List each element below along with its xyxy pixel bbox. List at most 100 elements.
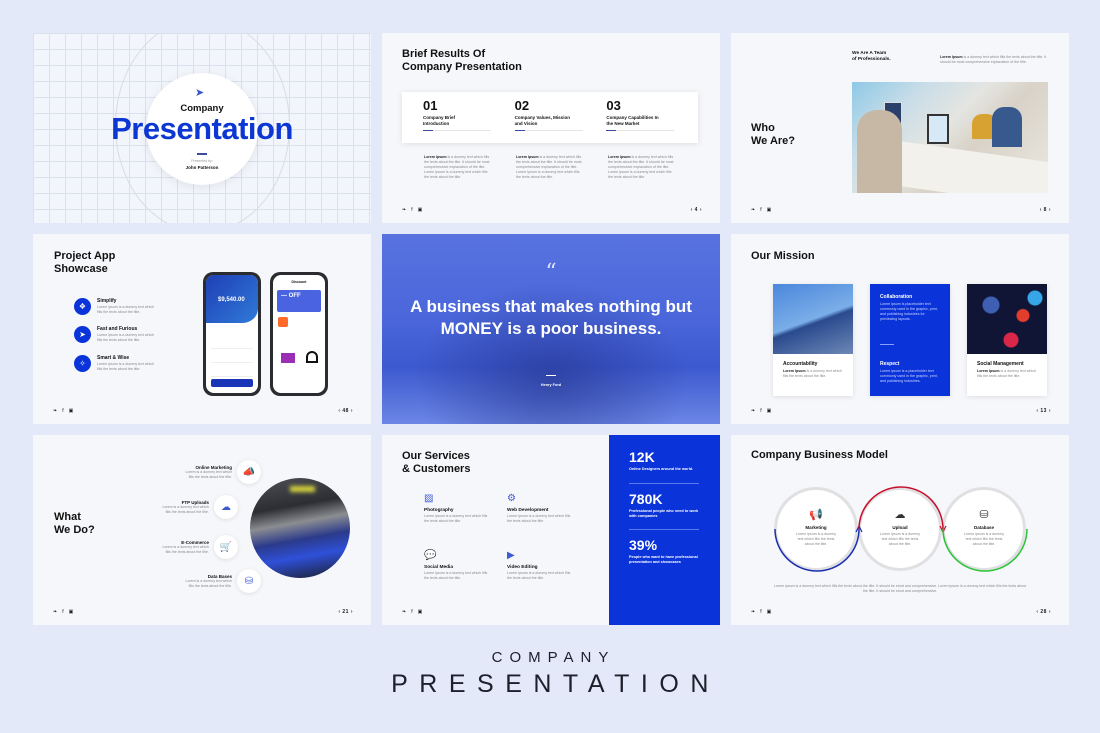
instagram-icon[interactable]: ▣ — [69, 609, 74, 615]
twitter-icon[interactable]: ❧ — [751, 207, 755, 213]
twitter-icon[interactable]: ❧ — [53, 609, 57, 615]
feature-item: ✧ Smart & Wise Lorem ipsum is a dummy tex… — [74, 355, 159, 372]
transaction-row — [211, 365, 253, 377]
slide-brief-results[interactable]: Brief Results Of Company Presentation 01 … — [382, 33, 720, 223]
network-cables-photo — [250, 478, 350, 578]
social-links: ❧ f ▣ — [751, 609, 771, 615]
divider — [629, 482, 699, 484]
feature-desc: Lorem ipsum is a dummy text which fills … — [97, 305, 155, 314]
page-number[interactable]: ‹ 4 › — [691, 207, 702, 213]
photo-person — [992, 107, 1022, 147]
instagram-icon[interactable]: ▣ — [418, 609, 423, 615]
page-number[interactable]: ‹ 48 › — [338, 408, 353, 414]
social-links: ❧ f ▣ — [402, 207, 422, 213]
result-number: 01 — [423, 98, 438, 113]
cover-title: Presentation — [111, 111, 293, 146]
quote-icon: “ — [545, 260, 557, 285]
result-item: 02 Company Values, Mission and Vision — [514, 98, 607, 143]
team-heading: We Are A Team of Professionals. — [852, 51, 891, 62]
image-icon: ▨ — [424, 493, 434, 504]
video-icon: ▶ — [507, 550, 515, 561]
twitter-icon[interactable]: ❧ — [402, 609, 406, 615]
feature-item: ❖ Simplify Lorem ipsum is a dummy text wh… — [74, 298, 159, 315]
service-title: Web Development — [507, 508, 549, 513]
stat-item: 39% People who want to have professional… — [629, 538, 700, 565]
slide-business-model[interactable]: Company Business Model 📢 Marketing Lorem… — [731, 435, 1069, 625]
social-links: ❧ f ▣ — [402, 609, 422, 615]
wallet-amount: $9,540.00 — [218, 297, 245, 303]
mission-card-highlight: Collaboration Lorem ipsum is placeholder … — [870, 284, 950, 396]
slide-app-showcase[interactable]: Project App Showcase ❖ Simplify Lorem ipsu… — [33, 234, 371, 424]
twitter-icon[interactable]: ❧ — [402, 207, 406, 213]
service-item: ⚙ Web Development Lorem ipsum is a dummy… — [507, 493, 572, 524]
service-desc: Lorem is a dummy text which fills the te… — [185, 469, 232, 479]
service-desc: Lorem ipsum is a dummy text which fills … — [424, 514, 488, 523]
instagram-icon[interactable]: ▣ — [69, 408, 74, 414]
monitor-icon — [281, 353, 295, 363]
stat-desc: People who want to have professional pre… — [629, 555, 698, 565]
instagram-icon[interactable]: ▣ — [418, 207, 423, 213]
result-label: Company Values, Mission and Vision — [514, 115, 570, 126]
model-footer-text: Lorem ipsum is a dummy text which fills … — [773, 584, 1027, 593]
twitter-icon[interactable]: ❧ — [53, 408, 57, 414]
brand-line-company: COMPANY — [491, 649, 616, 666]
facebook-icon[interactable]: f — [760, 408, 761, 414]
slide-title: Brief Results Of Company Presentation — [402, 48, 522, 73]
slide-cover[interactable]: ➤ Company Presentation Presented by: Joh… — [33, 33, 371, 223]
card-desc: Lorem Ipsum is a dummy text which fills … — [783, 369, 842, 378]
facebook-icon[interactable]: f — [62, 408, 63, 414]
service-item: ▨ Photography Lorem ipsum is a dummy tex… — [424, 493, 489, 524]
service-desc: Lorem is a dummy text which fills the te… — [185, 578, 232, 588]
transaction-row — [211, 351, 253, 363]
slide-mission[interactable]: Our Mission Accountability Lorem Ipsum is… — [731, 234, 1069, 424]
result-descriptions: Lorem Ipsum is a dummy text which fills … — [424, 155, 676, 180]
result-number: 02 — [514, 98, 530, 113]
slide-services-customers[interactable]: Our Services & Customers ▨ Photography Lo… — [382, 435, 720, 625]
brand-line-presentation: PRESENTATION — [391, 670, 720, 698]
result-item: 03 Company Capabilities In the New Market — [606, 98, 698, 143]
transaction-row — [211, 337, 253, 349]
facebook-icon[interactable]: f — [411, 207, 412, 213]
shopping-cart-icon: 🛒 — [214, 535, 238, 559]
feature-desc: Lorem ipsum is a dummy text which fills … — [97, 362, 155, 371]
facebook-icon[interactable]: f — [411, 609, 412, 615]
slide-what-we-do[interactable]: What We Do? Online Marketing Lorem is a du… — [33, 435, 371, 625]
stat-value: 780K — [629, 490, 663, 507]
facebook-icon[interactable]: f — [760, 207, 761, 213]
red-arc — [858, 486, 944, 530]
page-number[interactable]: ‹ 8 › — [1040, 207, 1051, 213]
building-photo — [773, 284, 853, 354]
twitter-icon[interactable]: ❧ — [751, 609, 755, 615]
mission-card: Social Management Lorem Ipsum is a dummy … — [967, 284, 1047, 396]
photo-desk — [892, 140, 1048, 193]
slide-quote[interactable]: “ A business that makes nothing but MONE… — [382, 234, 720, 424]
social-links: ❧ f ▣ — [751, 207, 771, 213]
page-number[interactable]: ‹ 21 › — [338, 609, 353, 615]
title-line: Brief Results Of — [402, 48, 486, 60]
facebook-icon[interactable]: f — [760, 609, 761, 615]
card-title: Respect — [880, 361, 900, 367]
social-links: ❧ f ▣ — [53, 408, 73, 414]
feature-title: Fast and Furious — [97, 326, 138, 332]
instagram-icon[interactable]: ▣ — [767, 609, 772, 615]
magic-wand-icon: ✧ — [74, 355, 91, 372]
discount-banner: — OFF — [277, 290, 321, 312]
page-number[interactable]: ‹ 13 › — [1036, 408, 1051, 414]
instagram-icon[interactable]: ▣ — [767, 207, 772, 213]
rocket-icon: ➤ — [195, 87, 205, 99]
blue-arc — [774, 528, 860, 572]
photo-monitor — [927, 114, 949, 144]
instagram-icon[interactable]: ▣ — [767, 408, 772, 414]
service-item: FTP Uploads Lorem is a dummy text which f… — [159, 495, 238, 519]
twitter-icon[interactable]: ❧ — [751, 408, 755, 414]
progress-line — [423, 129, 491, 131]
stat-item: 780K Professional people who need to wor… — [629, 490, 700, 531]
slide-who-we-are[interactable]: We Are A Team of Professionals. Lorem Ips… — [731, 33, 1069, 223]
mission-card: Accountability Lorem Ipsum is a dummy tex… — [773, 284, 853, 396]
slide-title: Project App Showcase — [54, 250, 116, 275]
page-number[interactable]: ‹ 28 › — [1036, 609, 1051, 615]
slide-title: Our Services & Customers — [402, 450, 471, 475]
service-item: Online Marketing Lorem is a dummy text wh… — [182, 460, 261, 484]
stat-value: 12K — [629, 449, 655, 465]
facebook-icon[interactable]: f — [62, 609, 63, 615]
